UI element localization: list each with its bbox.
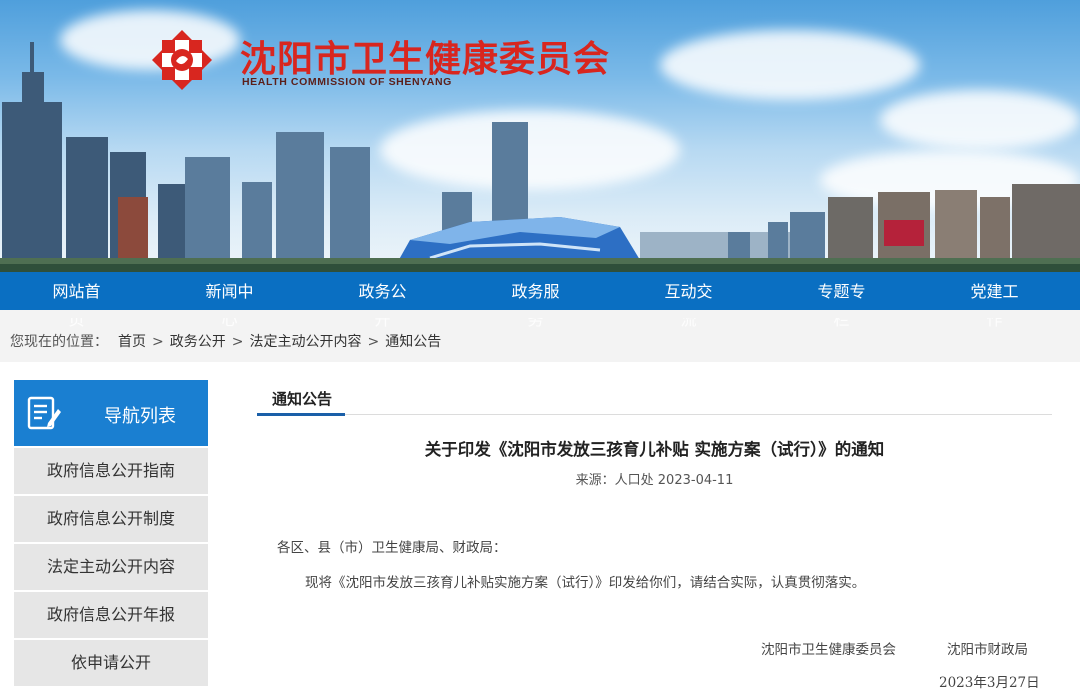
tab-notices[interactable]: 通知公告 [272,388,332,409]
nav-item-party-building[interactable]: 党建工 [918,272,1071,310]
nav-item-news[interactable]: 新闻中 [153,272,306,310]
breadcrumb-link-statutory-disclosure[interactable]: 法定主动公开内容 [249,334,361,350]
document-list-icon [27,396,61,430]
nav-item-interaction[interactable]: 互动交 [612,272,765,310]
signatory-finance-bureau: 沈阳市财政局 [947,642,1028,658]
sidebar-item-statutory-disclosure[interactable]: 法定主动公开内容 [14,544,208,590]
breadcrumb-link-government-affairs[interactable]: 政务公开 [170,334,226,350]
nav-label-overflow: 务 [527,318,544,329]
breadcrumb-link-home[interactable]: 首页 [118,334,146,350]
tab-divider [257,414,1052,415]
nav-label-overflow: 栏 [833,318,850,329]
sidebar-header: 导航列表 [14,380,208,446]
nav-item-government-affairs[interactable]: 政务公 [306,272,459,310]
commission-emblem-icon [152,30,212,90]
signatory-health-commission: 沈阳市卫生健康委员会 [761,642,896,658]
breadcrumb-link-notices[interactable]: 通知公告 [385,334,441,350]
article-issue-date: 2023年3月27日 [939,675,1040,691]
tab-active-indicator [257,413,345,416]
breadcrumb-separator: > [367,334,380,350]
nav-label: 党建工 [970,282,1019,301]
sidebar-item-disclosure-guide[interactable]: 政府信息公开指南 [14,448,208,494]
nav-label: 互动交 [664,282,713,301]
breadcrumb: 您现在的位置： 首页 > 政务公开 > 法定主动公开内容 > 通知公告 [10,331,441,351]
nav-label: 专题专 [817,282,866,301]
nav-item-government-services[interactable]: 政务服 [459,272,612,310]
breadcrumb-separator: > [231,334,244,350]
sidebar-item-disclosure-on-request[interactable]: 依申请公开 [14,640,208,686]
nav-label: 政务服 [511,282,560,301]
article-body: 现将《沈阳市发放三孩育儿补贴实施方案（试行）》印发给你们，请结合实际，认真贯彻落… [305,575,866,591]
sidebar-item-disclosure-rules[interactable]: 政府信息公开制度 [14,496,208,542]
article-title: 关于印发《沈阳市发放三孩育儿补贴 实施方案（试行）》的通知 [424,440,885,459]
sidebar-title: 导航列表 [104,406,176,427]
article-salutation: 各区、县（市）卫生健康局、财政局： [277,540,507,556]
site-subtitle: HEALTH COMMISSION OF SHENYANG [242,76,452,88]
nav-label: 政务公 [358,282,407,301]
header-banner: 沈阳市卫生健康委员会 HEALTH COMMISSION OF SHENYANG [0,0,1080,272]
nav-label: 网站首 [52,282,101,301]
main-navigation: 网站首 新闻中 政务公 政务服 互动交 专题专 党建工 [0,272,1080,310]
breadcrumb-separator: > [152,334,164,350]
breadcrumb-label: 您现在的位置： [10,334,108,350]
site-title: 沈阳市卫生健康委员会 [240,39,611,80]
article-source-date: 来源：人口处 2023-04-11 [575,473,734,488]
nav-item-home[interactable]: 网站首 [0,272,153,310]
nav-label-overflow: 流 [680,318,697,329]
sidebar-item-annual-report[interactable]: 政府信息公开年报 [14,592,208,638]
nav-label: 新闻中 [205,282,254,301]
nav-label-overflow: 作 [986,318,1003,329]
nav-item-special-topics[interactable]: 专题专 [765,272,918,310]
